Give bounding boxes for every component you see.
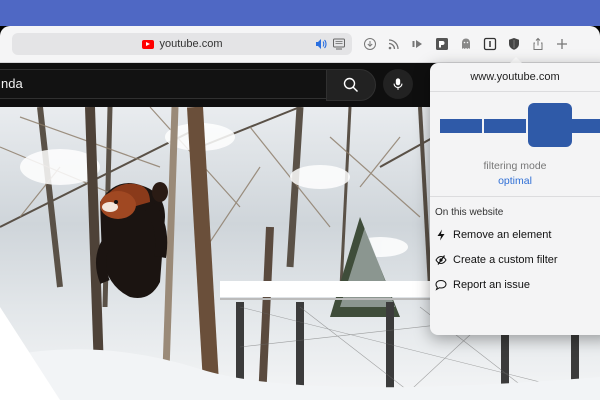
search-icon [343, 77, 358, 92]
desktop-background [0, 0, 600, 26]
action-label: Report an issue [453, 279, 531, 291]
action-label: Create a custom filter [453, 254, 558, 266]
ad-blocker-popover: www.youtube.com filtering mode optimal O… [430, 63, 600, 335]
action-label: Remove an element [453, 229, 552, 241]
forward-icon[interactable] [406, 34, 430, 54]
eye-dropper-icon [435, 255, 447, 265]
section-title: On this website [435, 207, 504, 218]
filtering-mode-label: filtering mode [483, 160, 547, 172]
new-tab-icon[interactable] [550, 34, 574, 54]
sidebar-icon[interactable] [478, 34, 502, 54]
address-center: youtube.com [12, 33, 352, 55]
popover-hostname: www.youtube.com [470, 71, 560, 83]
reader-mode-icon[interactable] [332, 37, 346, 51]
divider [430, 196, 600, 197]
report-issue-action[interactable]: Report an issue [435, 276, 530, 294]
search-button[interactable] [326, 69, 376, 101]
slider-segment[interactable] [572, 119, 600, 133]
download-icon[interactable] [358, 34, 382, 54]
puzzle-extension-icon[interactable] [430, 34, 454, 54]
audio-playing-icon[interactable] [314, 37, 328, 51]
shield-icon[interactable] [502, 34, 526, 63]
custom-filter-action[interactable]: Create a custom filter [435, 251, 558, 269]
youtube-search-input[interactable]: nda [0, 69, 327, 99]
share-icon[interactable] [526, 34, 550, 54]
youtube-favicon-icon [141, 39, 154, 49]
slider-knob[interactable] [528, 103, 572, 147]
voice-search-button[interactable] [383, 69, 413, 99]
filtering-mode-value[interactable]: optimal [430, 175, 600, 187]
microphone-icon [393, 78, 403, 90]
slider-segment[interactable] [484, 119, 526, 133]
rss-icon[interactable] [382, 34, 406, 54]
url-text: youtube.com [159, 38, 223, 50]
slider-segment[interactable] [440, 119, 482, 133]
divider [430, 91, 600, 92]
toolbar-icons [358, 34, 574, 63]
ghostery-icon[interactable] [454, 34, 478, 54]
remove-element-action[interactable]: Remove an element [435, 226, 551, 244]
filtering-mode-slider[interactable] [440, 103, 600, 149]
search-text: nda [1, 76, 23, 91]
speech-bubble-icon [435, 279, 447, 291]
browser-toolbar: youtube.com [0, 26, 600, 63]
lightning-icon [437, 229, 445, 241]
address-bar[interactable]: youtube.com [12, 33, 352, 55]
